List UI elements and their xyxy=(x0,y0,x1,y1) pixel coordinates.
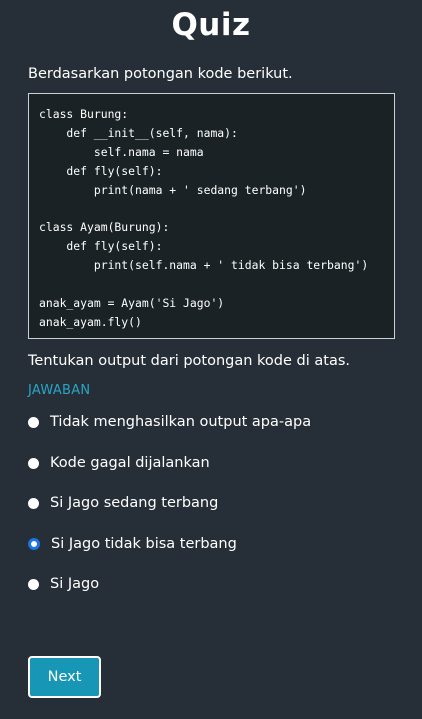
radio-button[interactable] xyxy=(28,497,39,509)
answer-option[interactable]: Si Jago xyxy=(28,569,408,599)
radio-button[interactable] xyxy=(28,416,39,428)
code-block: class Burung: def __init__(self, nama): … xyxy=(28,93,395,339)
answer-option-label: Si Jago tidak bisa terbang xyxy=(51,536,237,552)
answer-option-label: Kode gagal dijalankan xyxy=(50,455,210,471)
code-prompt: Berdasarkan potongan kode berikut. xyxy=(28,66,293,82)
answer-option[interactable]: Kode gagal dijalankan xyxy=(28,448,408,478)
answer-option-label: Si Jago xyxy=(50,576,100,592)
radio-button[interactable] xyxy=(28,578,39,590)
radio-button[interactable] xyxy=(28,457,39,469)
radio-button[interactable] xyxy=(28,538,40,550)
answer-option[interactable]: Si Jago tidak bisa terbang xyxy=(28,529,408,559)
code-text: class Burung: def __init__(self, nama): … xyxy=(39,107,369,329)
answer-option-label: Tidak menghasilkan output apa-apa xyxy=(50,414,312,430)
answer-option[interactable]: Tidak menghasilkan output apa-apa xyxy=(28,407,408,437)
answer-option-label: Si Jago sedang terbang xyxy=(50,495,219,511)
answer-label: JAWABAN xyxy=(28,383,91,398)
next-button[interactable]: Next xyxy=(28,656,101,698)
page-title: Quiz xyxy=(171,7,251,43)
question-text: Tentukan output dari potongan kode di at… xyxy=(28,353,350,369)
answer-option[interactable]: Si Jago sedang terbang xyxy=(28,488,408,518)
